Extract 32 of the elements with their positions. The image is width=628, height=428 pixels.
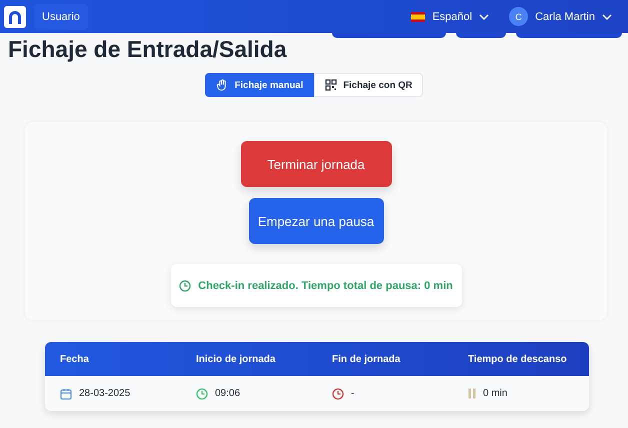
action-button[interactable]: Terminar jornada	[240, 141, 392, 187]
column-header: Tiempo de descanso	[467, 354, 568, 364]
pause-icon	[468, 388, 476, 399]
calendar-icon	[60, 388, 72, 400]
avatar: C	[509, 7, 528, 26]
column-header: Inicio de jornada	[195, 354, 276, 364]
language-selector[interactable]: Español	[411, 10, 490, 22]
user-menu[interactable]: C Carla Martin	[509, 7, 612, 26]
clock-icon	[196, 388, 208, 400]
header-action-button[interactable]	[516, 33, 622, 38]
qr-code-icon	[325, 79, 338, 91]
logo-icon	[4, 6, 26, 28]
column-header: Fin de jornada	[331, 354, 402, 364]
flag-icon	[411, 12, 426, 22]
table-cell: 28-03-2025	[79, 388, 130, 399]
table-cell: -	[351, 388, 354, 399]
chevron-icon	[602, 14, 612, 20]
header-action-button[interactable]	[332, 33, 446, 38]
chevron-icon	[479, 14, 490, 20]
status-message: Check-in realizado. Tiempo total de pausa: 0 min	[170, 264, 462, 307]
mode-tab[interactable]: Fichaje manual	[204, 73, 314, 97]
table-cell: 09:06	[215, 388, 240, 399]
clock-icon	[332, 388, 344, 400]
nav-link[interactable]: Usuario	[34, 4, 88, 30]
clock-icon	[179, 280, 192, 292]
hand-icon	[216, 78, 229, 92]
header-action-button[interactable]	[456, 33, 506, 38]
mode-tab[interactable]: Fichaje con QR	[314, 73, 424, 97]
action-button[interactable]: Empezar una pausa	[248, 198, 384, 244]
table-cell: 0 min	[483, 388, 508, 399]
column-header: Fecha	[59, 354, 90, 364]
page-title: Fichaje de Entrada/Salida	[8, 36, 287, 62]
